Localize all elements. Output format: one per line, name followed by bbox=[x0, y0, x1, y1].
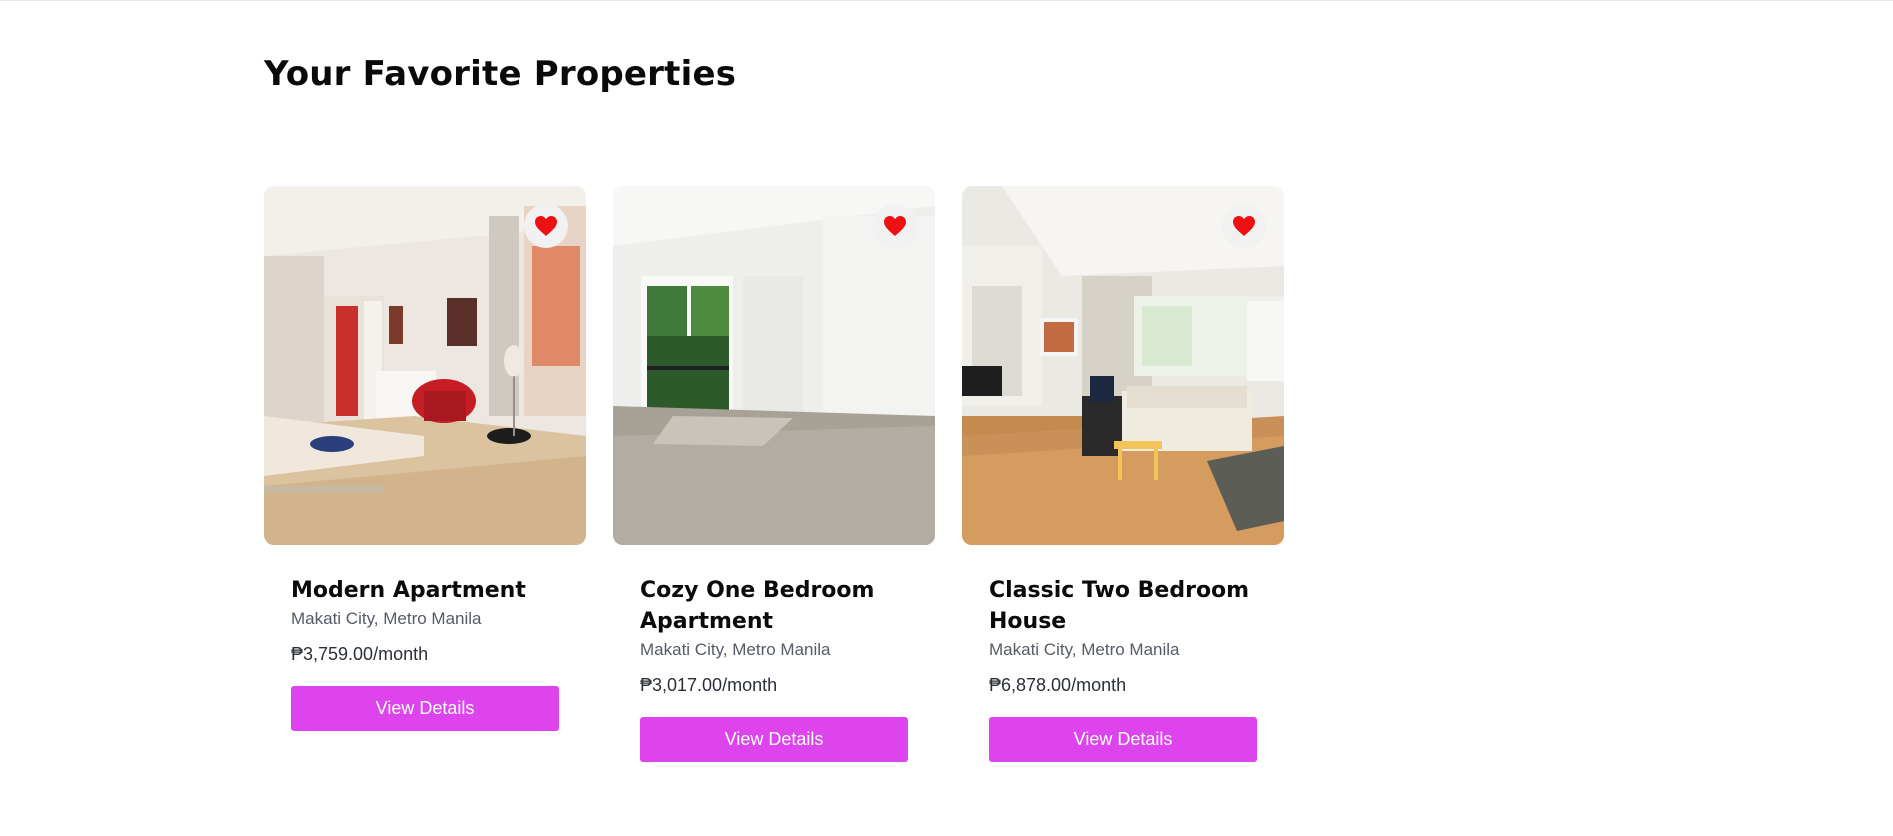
top-divider bbox=[0, 0, 1893, 1]
property-info: Cozy One Bedroom Apartment Makati City, … bbox=[613, 545, 935, 762]
property-card: Classic Two Bedroom House Makati City, M… bbox=[962, 186, 1284, 762]
favorite-button[interactable] bbox=[873, 204, 917, 248]
property-photo[interactable] bbox=[962, 186, 1284, 545]
heart-icon bbox=[535, 216, 557, 236]
property-name[interactable]: Modern Apartment bbox=[291, 575, 559, 606]
property-price: ₱6,878.00/month bbox=[989, 675, 1127, 695]
favorite-button[interactable] bbox=[1222, 204, 1266, 248]
favorite-button[interactable] bbox=[524, 204, 568, 248]
property-info: Modern Apartment Makati City, Metro Mani… bbox=[264, 545, 586, 731]
property-card: Cozy One Bedroom Apartment Makati City, … bbox=[613, 186, 935, 762]
property-info: Classic Two Bedroom House Makati City, M… bbox=[962, 545, 1284, 762]
property-name[interactable]: Classic Two Bedroom House bbox=[989, 575, 1257, 637]
property-location: Makati City, Metro Manila bbox=[291, 609, 482, 628]
favorites-grid: Modern Apartment Makati City, Metro Mani… bbox=[264, 186, 1284, 762]
property-card: Modern Apartment Makati City, Metro Mani… bbox=[264, 186, 586, 762]
view-details-button[interactable]: View Details bbox=[640, 717, 908, 762]
page-title: Your Favorite Properties bbox=[264, 54, 737, 94]
property-price: ₱3,759.00/month bbox=[291, 644, 429, 664]
property-location: Makati City, Metro Manila bbox=[989, 640, 1180, 659]
heart-icon bbox=[884, 216, 906, 236]
property-photo[interactable] bbox=[613, 186, 935, 545]
property-name[interactable]: Cozy One Bedroom Apartment bbox=[640, 575, 908, 637]
property-photo[interactable] bbox=[264, 186, 586, 545]
view-details-button[interactable]: View Details bbox=[291, 686, 559, 731]
property-price: ₱3,017.00/month bbox=[640, 675, 778, 695]
view-details-button[interactable]: View Details bbox=[989, 717, 1257, 762]
heart-icon bbox=[1233, 216, 1255, 236]
property-location: Makati City, Metro Manila bbox=[640, 640, 831, 659]
